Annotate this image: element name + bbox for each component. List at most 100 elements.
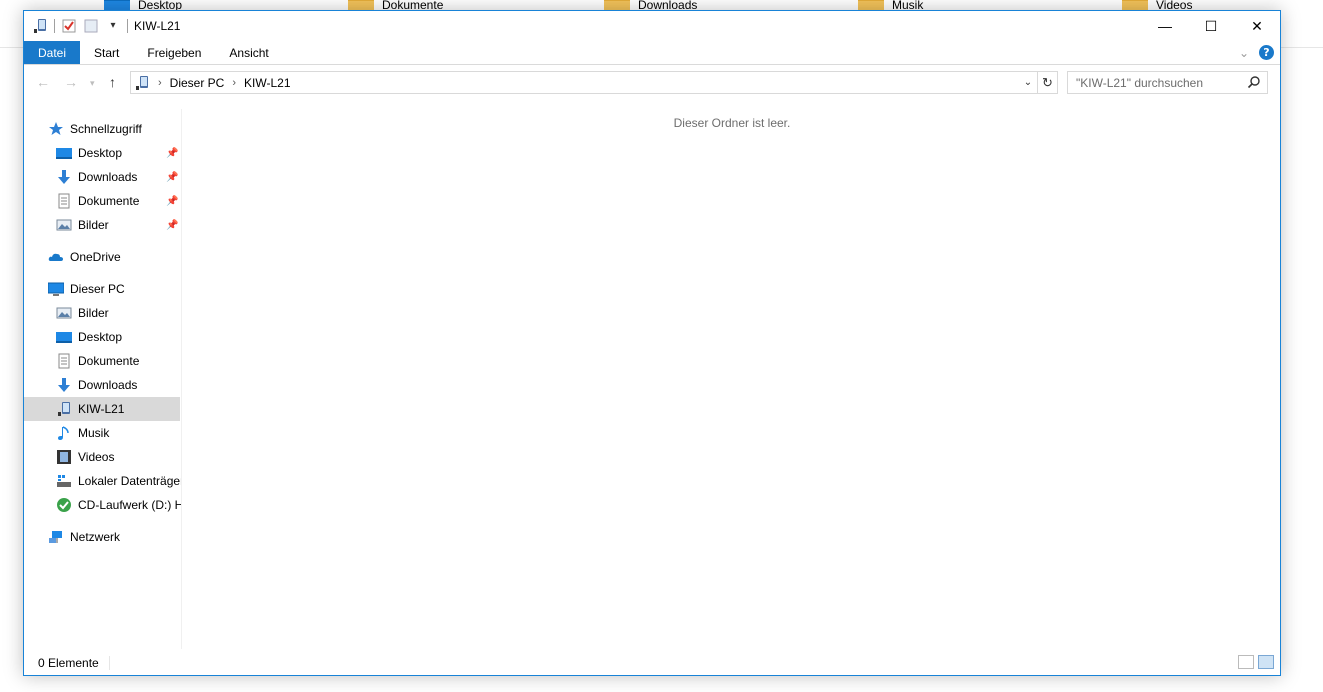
properties-icon[interactable] <box>61 18 77 34</box>
pin-icon[interactable]: 📌 <box>166 172 178 183</box>
videos-icon <box>56 449 72 465</box>
customize-toolbar-icon[interactable]: ▾ <box>105 18 121 34</box>
sidebar-item-cd-drive[interactable]: CD-Laufwerk (D:) H <box>56 493 182 517</box>
navigation-pane: Schnellzugriff Desktop 📌 Downloads 📌 Dok… <box>24 109 182 649</box>
network-icon <box>48 529 64 545</box>
separator <box>127 19 128 33</box>
sidebar-item-label: Dokumente <box>78 354 140 368</box>
sidebar-item-label: Desktop <box>78 330 123 344</box>
music-icon <box>56 425 72 441</box>
sidebar-item-label: Dieser PC <box>70 282 125 296</box>
help-button[interactable]: ? <box>1259 45 1274 60</box>
sidebar-item-downloads[interactable]: Downloads 📌 <box>56 165 181 189</box>
separator <box>54 19 55 33</box>
desktop-icon <box>56 329 72 345</box>
address-dropdown-icon[interactable]: ⌄ <box>1019 77 1037 88</box>
status-bar: 0 Elemente <box>24 651 1280 675</box>
documents-icon <box>56 193 72 209</box>
view-buttons <box>1238 655 1274 669</box>
sidebar-item-this-pc[interactable]: Dieser PC <box>47 277 125 301</box>
tab-share[interactable]: Freigeben <box>133 41 215 64</box>
pin-icon[interactable]: 📌 <box>166 196 178 207</box>
empty-folder-message: Dieser Ordner ist leer. <box>673 116 791 130</box>
details-view-icon[interactable] <box>1238 655 1254 669</box>
downloads-icon <box>56 169 72 185</box>
pin-icon[interactable]: 📌 <box>166 148 178 159</box>
sidebar-item-label: Bilder <box>78 218 109 232</box>
ribbon-tabs: Datei Start Freigeben Ansicht ⌄ ? <box>24 41 1280 65</box>
sidebar-item-pc-downloads[interactable]: Downloads <box>56 373 137 397</box>
documents-icon <box>56 353 72 369</box>
explorer-window: ▾ KIW-L21 — ☐ ✕ Datei Start Freigeben An… <box>23 10 1281 676</box>
sidebar-item-documents[interactable]: Dokumente 📌 <box>56 189 181 213</box>
sidebar-item-pc-documents[interactable]: Dokumente <box>56 349 139 373</box>
sidebar-item-label: Lokaler Datenträger <box>78 474 182 488</box>
navigation-bar: ← → ▾ ↑ › Dieser PC › KIW-L21 ⌄ ↻ "KIW-L… <box>24 68 1280 98</box>
address-bar[interactable]: › Dieser PC › KIW-L21 ⌄ ↻ <box>130 71 1058 94</box>
sidebar-item-pictures[interactable]: Bilder 📌 <box>56 213 181 237</box>
tab-view[interactable]: Ansicht <box>215 41 282 64</box>
quick-access-toolbar: ▾ <box>24 11 128 41</box>
sidebar-item-quick-access[interactable]: Schnellzugriff <box>48 117 142 141</box>
window-title: KIW-L21 <box>134 19 181 33</box>
title-bar: ▾ KIW-L21 — ☐ ✕ <box>24 11 1280 41</box>
breadcrumb-this-pc[interactable]: Dieser PC <box>170 76 225 90</box>
sidebar-item-label: Dokumente <box>78 194 140 208</box>
sidebar-item-kiw-l21[interactable]: KIW-L21 <box>24 397 180 421</box>
sidebar-item-label: Schnellzugriff <box>70 122 142 136</box>
sidebar-item-label: Downloads <box>78 378 138 392</box>
refresh-icon[interactable]: ↻ <box>1037 72 1057 93</box>
breadcrumb-current[interactable]: KIW-L21 <box>244 76 290 90</box>
sidebar-item-onedrive[interactable]: OneDrive <box>48 245 121 269</box>
breadcrumb-separator-icon[interactable]: › <box>232 77 236 89</box>
sidebar-item-label: Downloads <box>78 170 138 184</box>
cd-drive-icon <box>56 497 72 513</box>
tab-start[interactable]: Start <box>80 41 133 64</box>
sidebar-item-pc-pictures[interactable]: Bilder <box>56 301 109 325</box>
pin-icon[interactable]: 📌 <box>166 220 178 231</box>
large-icons-view-icon[interactable] <box>1258 655 1274 669</box>
window-controls: — ☐ ✕ <box>1142 11 1280 41</box>
sidebar-item-label: OneDrive <box>70 250 121 264</box>
ribbon-right: ⌄ ? <box>1239 45 1274 60</box>
sidebar-item-label: Bilder <box>78 306 109 320</box>
pictures-icon <box>56 305 72 321</box>
breadcrumb-separator-icon[interactable]: › <box>158 77 162 89</box>
minimize-button[interactable]: — <box>1142 11 1188 41</box>
sidebar-item-label: Netzwerk <box>70 530 121 544</box>
close-button[interactable]: ✕ <box>1234 11 1280 41</box>
star-icon <box>48 121 64 137</box>
maximize-button[interactable]: ☐ <box>1188 11 1234 41</box>
sidebar-item-label: Videos <box>78 450 115 464</box>
sidebar-item-label: Desktop <box>78 146 123 160</box>
search-icon[interactable] <box>1247 75 1261 89</box>
sidebar-item-pc-desktop[interactable]: Desktop <box>56 325 122 349</box>
search-input[interactable]: "KIW-L21" durchsuchen <box>1067 71 1268 94</box>
sidebar-item-music[interactable]: Musik <box>56 421 109 445</box>
search-placeholder: "KIW-L21" durchsuchen <box>1076 75 1204 90</box>
cloud-icon <box>48 249 64 265</box>
device-icon[interactable] <box>32 18 48 34</box>
recent-locations-chevron-icon[interactable]: ▾ <box>90 78 95 89</box>
hard-drive-icon <box>56 473 72 489</box>
device-icon <box>134 75 150 91</box>
sidebar-item-local-disk[interactable]: Lokaler Datenträger <box>56 469 182 493</box>
tab-file[interactable]: Datei <box>24 41 81 64</box>
pictures-icon <box>56 217 72 233</box>
sidebar-item-label: CD-Laufwerk (D:) H <box>78 498 182 512</box>
item-count: 0 Elemente <box>24 656 110 670</box>
forward-arrow-icon[interactable]: → <box>64 74 78 90</box>
back-arrow-icon[interactable]: ← <box>36 74 50 90</box>
up-arrow-icon[interactable]: ↑ <box>109 74 116 90</box>
sidebar-item-desktop[interactable]: Desktop 📌 <box>56 141 181 165</box>
sidebar-item-network[interactable]: Netzwerk <box>48 525 120 549</box>
address-bar-end: ⌄ ↻ <box>1019 72 1057 93</box>
new-folder-icon[interactable] <box>83 18 99 34</box>
downloads-icon <box>56 377 72 393</box>
file-list[interactable]: Dieser Ordner ist leer. <box>184 109 1280 649</box>
sidebar-item-label: KIW-L21 <box>78 402 125 416</box>
sidebar-item-videos[interactable]: Videos <box>56 445 114 469</box>
sidebar-item-label: Musik <box>78 426 110 440</box>
desktop-icon <box>56 145 72 161</box>
expand-ribbon-chevron-icon[interactable]: ⌄ <box>1239 46 1249 60</box>
